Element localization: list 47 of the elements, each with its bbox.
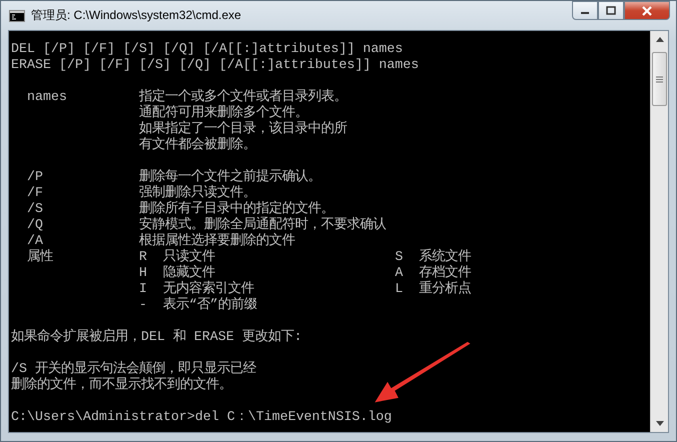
option-description: 安静模式。删除全局通配符时，不要求确认 [139,218,386,233]
switch-name: /Q [27,218,43,233]
switch-name: /F [27,186,43,201]
attribute-code: H [139,266,147,281]
attribute-meaning: 重分析点 [419,282,471,298]
attribute-meaning: 隐藏文件 [163,266,215,281]
scroll-down-icon[interactable] [656,421,664,426]
option-description: 如果指定了一个目录，该目录中的所 [139,122,347,137]
attribute-meaning: 系统文件 [419,250,471,265]
switch-name: names [27,90,67,105]
maximize-button[interactable] [598,1,624,20]
scroll-thumb[interactable] [652,52,667,106]
maximize-icon [606,6,616,15]
switch-name: /S [27,202,43,217]
attribute-code: - [139,298,147,313]
console-line: ERASE [/P] [/F] [/S] [/Q] [/A[[:]attributes]] names [11,58,419,74]
window-title: 管理员: C:\Windows\system32\cmd.exe [31,7,242,24]
option-description: 强制删除只读文件。 [139,186,256,201]
attribute-code: A [395,266,403,281]
attribute-code: I [139,282,147,297]
option-description: 删除所有子目录中的指定的文件。 [139,202,334,217]
option-description: 删除每一个文件之前提示确认。 [139,170,321,185]
option-description: 有文件都会被删除。 [139,138,256,154]
option-description: 通配符可用来删除多个文件。 [139,106,308,121]
attribute-code: L [395,282,403,297]
console-line: DEL [/P] [/F] [/S] [/Q] [/A[[:]attributes]] names [11,42,403,58]
minimize-button[interactable] [572,1,598,20]
console-line: /S 开关的显示句法会颠倒，即只显示已经 [11,362,256,377]
attribute-meaning: 存档文件 [419,266,471,281]
option-description: 指定一个或多个文件或者目录列表。 [139,90,347,105]
switch-name: /P [27,170,43,185]
close-button[interactable] [624,1,670,20]
console-line: C:\Users\Administrator>del C：\TimeEventNSIS.log [11,410,392,426]
console-icon [9,10,25,22]
option-description: 根据属性选择要删除的文件 [139,234,295,249]
attribute-meaning: 无内容索引文件 [163,282,254,297]
scroll-up-icon[interactable] [656,37,664,42]
console-line: 删除的文件，而不显示找不到的文件。 [11,378,232,394]
attribute-code: R [139,250,147,265]
scrollbar[interactable] [650,31,668,432]
attribute-meaning: 只读文件 [163,250,215,265]
console-line: 如果命令扩展被启用，DEL 和 ERASE 更改如下: [11,330,302,346]
attribute-label: 属性 [27,250,53,265]
attribute-meaning: 表示“否”的前缀 [163,298,257,313]
close-icon [641,6,653,16]
attribute-code: S [395,250,403,265]
switch-name: /A [27,234,43,249]
